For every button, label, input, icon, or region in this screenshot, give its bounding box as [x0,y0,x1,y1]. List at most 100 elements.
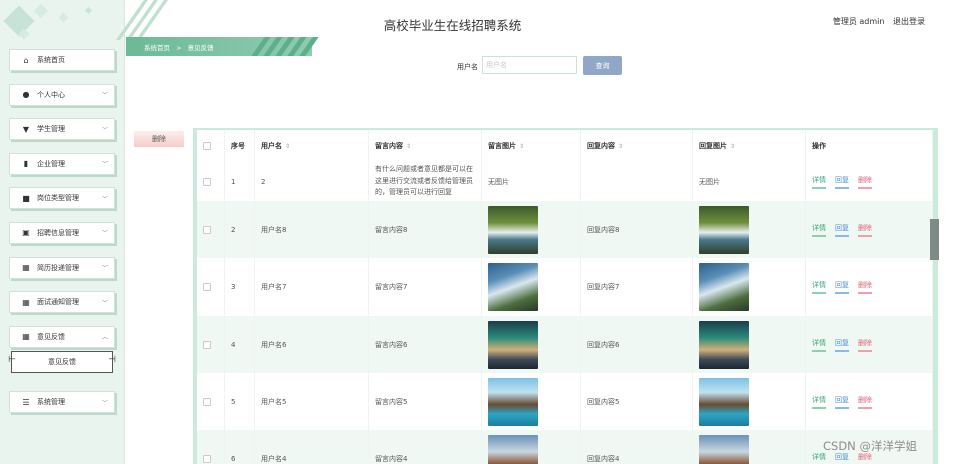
reply-link[interactable]: 回复 [835,175,849,189]
chevron-down-icon: ﹀ [101,265,108,273]
settings-icon: ☰ [22,397,30,407]
message-image[interactable] [488,205,538,254]
row-index: 5 [231,397,236,406]
row-checkbox[interactable] [203,397,211,406]
breadcrumb-separator: > [176,44,182,52]
no-image-label: 无图片 [488,177,509,186]
sidebar-item[interactable]: ☰ 系统管理 ﹀ [9,391,115,414]
breadcrumb-home[interactable]: 系统首页 [144,44,170,52]
sidebar-item[interactable]: ▼ 学生管理 ﹀ [9,118,115,141]
row-message: 留言内容4 [375,454,408,463]
row-checkbox[interactable] [203,454,211,463]
row-message: 留言内容7 [375,282,408,291]
row-username: 用户名5 [261,397,287,406]
reply-image[interactable] [699,262,749,311]
row-username: 用户名7 [261,282,287,291]
chevron-down-icon: ﹀ [101,299,108,307]
message-image[interactable] [488,434,538,464]
row-reply: 回复内容4 [587,454,620,463]
student-icon: ▼ [22,124,30,134]
sidebar: ⌂ 系统首页 ● 个人中心 ﹀ ▼ 学生管理 ﹀ ▮ 企业管理 ﹀ ■ 岗位类型管理 ﹀ ▣ 招聘信息管理 ﹀ ▦… [0,0,125,464]
no-image-label: 无图片 [699,177,720,186]
sidebar-item[interactable]: ■ 岗位类型管理 ﹀ [9,187,115,210]
table-cell: 回复内容6 [581,316,693,373]
sidebar-item[interactable]: ▮ 企业管理 ﹀ [9,152,115,175]
sidebar-item[interactable]: ● 个人中心 ﹀ [9,83,115,106]
search-button[interactable]: 查询 [583,56,622,75]
table-row: 3 用户名7 留言内容7 回复内容7 详情 回复 删除 [197,258,933,315]
delete-link[interactable]: 删除 [858,280,872,294]
delete-link[interactable]: 删除 [858,395,872,409]
table-cell: 回复内容8 [581,201,693,258]
reply-link[interactable]: 回复 [835,280,849,294]
reply-image[interactable] [699,205,749,254]
chevron-down-icon: ﹀ [101,230,108,238]
detail-link[interactable]: 详情 [812,223,826,237]
table-cell: 5 [225,373,255,430]
detail-link[interactable]: 详情 [812,395,826,409]
delete-link[interactable]: 删除 [858,338,872,352]
sort-icon[interactable]: ⇕ [285,143,290,150]
table-cell: 回复内容4 [581,430,693,464]
search-label: 用户名 [457,63,478,71]
reply-link[interactable]: 回复 [835,338,849,352]
sidebar-subitem-label: 意见反馈 [48,358,76,367]
table-cell: 无图片 [482,162,581,201]
table-cell [482,201,581,258]
table-cell [197,162,225,201]
home-icon: ⌂ [23,55,29,65]
table-cell [482,258,581,315]
sidebar-item-label: 系统管理 [37,398,65,407]
message-image[interactable] [488,377,538,426]
row-checkbox[interactable] [203,282,211,291]
sort-icon[interactable]: ⇕ [730,143,735,150]
sidebar-item[interactable]: ▦ 意见反馈 ︿ [9,325,115,348]
sidebar-item-label: 意见反馈 [37,332,65,341]
sidebar-item[interactable]: ▦ 简历投递管理 ﹀ [9,256,115,279]
reply-link[interactable]: 回复 [835,395,849,409]
row-checkbox[interactable] [203,340,211,349]
table-cell: 详情 回复 删除 [806,162,933,201]
sidebar-item-label: 系统首页 [37,56,65,64]
column-header: 回复内容 ⇕ [581,130,693,162]
table-cell: 有什么问题或者意见都是可以在这里进行交流或者反馈给管理员的，管理员可以进行回复 [369,162,482,201]
select-all-checkbox[interactable] [203,142,211,150]
sort-icon[interactable]: ⇕ [406,143,411,150]
reply-image[interactable] [699,377,749,426]
table-cell: 2 [255,162,369,201]
sidebar-item[interactable]: ▦ 面试通知管理 ﹀ [9,291,115,314]
logout-link[interactable]: 退出登录 [893,17,925,26]
reply-link[interactable]: 回复 [835,223,849,237]
table-cell [482,316,581,373]
grid-icon: ▦ [22,332,30,342]
sidebar-item[interactable]: ⌂ 系统首页 [9,49,115,71]
sidebar-item[interactable]: ▣ 招聘信息管理 ﹀ [9,221,115,244]
sort-icon[interactable]: ⇕ [519,143,524,150]
search-input[interactable] [482,56,577,74]
detail-link[interactable]: 详情 [812,280,826,294]
message-image[interactable] [488,320,538,369]
sort-icon[interactable]: ⇕ [618,143,623,150]
reply-image[interactable] [699,320,749,369]
detail-link[interactable]: 详情 [812,175,826,189]
row-index: 4 [231,340,236,349]
reply-image[interactable] [699,434,749,464]
sidebar-subitem-feedback[interactable]: ⊢ 意见反馈 ⊣ [8,351,116,374]
row-message: 留言内容8 [375,225,408,234]
message-image[interactable] [488,262,538,311]
logo-decoration [0,0,124,44]
row-checkbox[interactable] [203,225,211,234]
table-cell [693,201,806,258]
delete-link[interactable]: 删除 [858,175,872,189]
column-header: 序号 [225,130,255,162]
column-header: 回复图片 ⇕ [693,130,806,162]
batch-delete-button[interactable]: 删除 [134,131,184,147]
delete-link[interactable]: 删除 [858,223,872,237]
table-cell [197,316,225,373]
scrollbar-thumb[interactable] [930,219,939,260]
feedback-table: 序号 用户名 ⇕ 留言内容 ⇕ 留言图片 ⇕ 回复内容 ⇕ 回复图片 ⇕ 操作 1 2 有什么问题或者意见… [193,128,938,464]
user-info: 管理员 admin 退出登录 [827,16,925,27]
detail-link[interactable]: 详情 [812,338,826,352]
row-checkbox[interactable] [203,177,211,186]
column-header: 用户名 ⇕ [255,130,369,162]
